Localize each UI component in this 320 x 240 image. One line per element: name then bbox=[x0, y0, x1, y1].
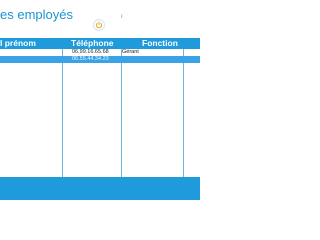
power-button[interactable] bbox=[93, 19, 105, 31]
employee-window: es employés ı l prénom Téléphone Fonctio… bbox=[0, 0, 200, 200]
column-header-telephone[interactable]: Téléphone bbox=[71, 38, 114, 49]
table-header: l prénom Téléphone Fonction bbox=[0, 38, 200, 49]
table-row[interactable]: 06.99.16.65.68 Gérant bbox=[0, 49, 200, 56]
power-icon bbox=[95, 21, 103, 29]
cell-telephone: 06.99.16.65.68 bbox=[72, 49, 109, 55]
column-divider bbox=[183, 49, 184, 177]
cell-fonction: Gérant bbox=[122, 49, 139, 55]
table-row-selected[interactable]: 06.55.44.34.23 bbox=[0, 56, 200, 63]
column-header-fonction[interactable]: Fonction bbox=[142, 38, 178, 49]
page-title: es employés bbox=[0, 7, 73, 22]
cell-telephone: 06.55.44.34.23 bbox=[72, 56, 109, 62]
footer-bar bbox=[0, 177, 200, 200]
small-mark: ı bbox=[121, 14, 123, 20]
column-header-prenom[interactable]: l prénom bbox=[0, 38, 36, 49]
employee-table: 06.99.16.65.68 Gérant 06.55.44.34.23 bbox=[0, 49, 200, 177]
column-divider bbox=[62, 49, 63, 177]
column-divider bbox=[121, 49, 122, 177]
